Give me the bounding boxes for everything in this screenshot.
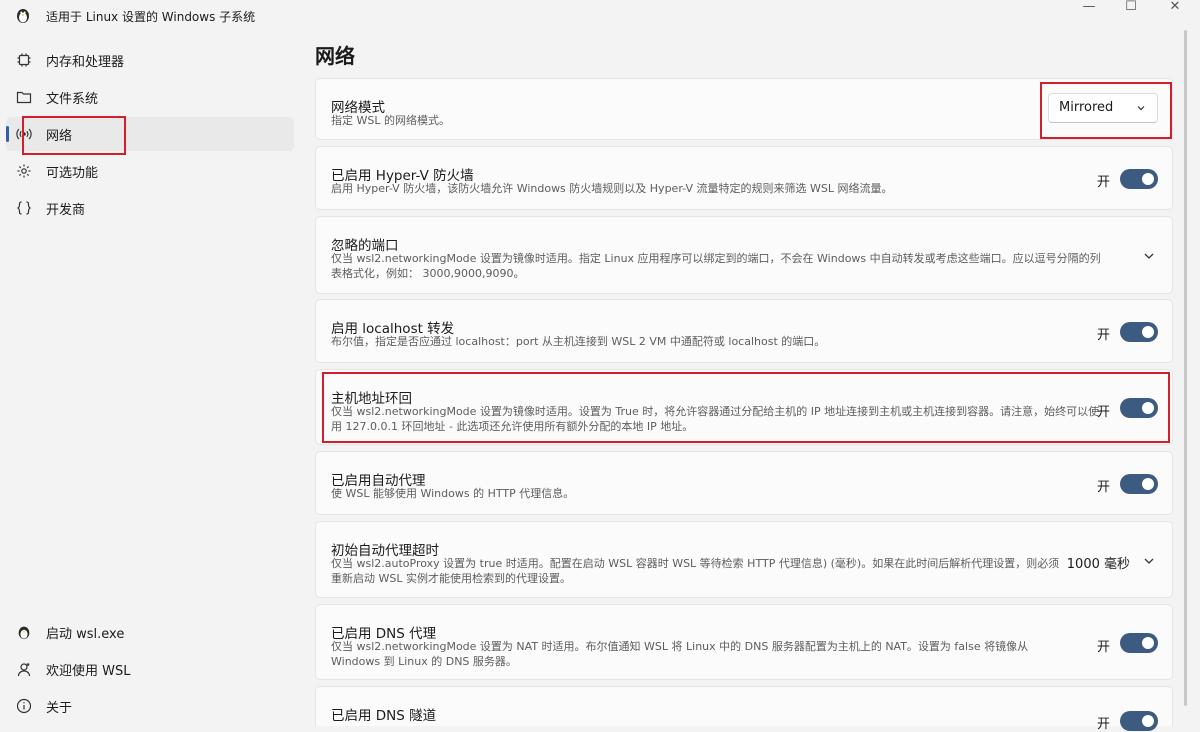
localhost-forwarding-toggle[interactable] bbox=[1120, 322, 1158, 342]
highlight-box-network-nav bbox=[22, 116, 126, 155]
minimize-button[interactable]: — bbox=[1066, 0, 1112, 14]
braces-icon bbox=[16, 201, 32, 215]
toggle-state-label: 开 bbox=[1096, 175, 1110, 190]
toggle-state-label: 开 bbox=[1096, 328, 1110, 343]
scrollbar[interactable] bbox=[1184, 30, 1187, 706]
toggle-state-label: 开 bbox=[1096, 480, 1110, 495]
sidebar-item-welcome[interactable]: 欢迎使用 WSL bbox=[6, 652, 294, 686]
sidebar-item-launch-wsl[interactable]: 启动 wsl.exe bbox=[6, 615, 294, 649]
sidebar-item-about[interactable]: 关于 bbox=[6, 689, 294, 723]
chip-icon bbox=[17, 53, 31, 67]
sidebar-item-label: 可选功能 bbox=[46, 166, 99, 181]
welcome-icon bbox=[17, 662, 31, 677]
hyperv-firewall-toggle[interactable] bbox=[1120, 169, 1158, 189]
toggle-knob bbox=[1142, 173, 1154, 185]
setting-title: 已启用 DNS 隧道 bbox=[331, 708, 437, 724]
folder-icon bbox=[16, 91, 32, 104]
toggle-state-label: 开 bbox=[1096, 640, 1110, 655]
maximize-button[interactable]: ☐ bbox=[1108, 0, 1154, 14]
setting-description: 指定 WSL 的网络模式。 bbox=[331, 114, 450, 127]
sidebar-item-label: 关于 bbox=[46, 701, 73, 716]
sidebar-item-optional-features[interactable]: 可选功能 bbox=[6, 154, 294, 188]
setting-description: 启用 Hyper-V 防火墙，该防火墙允许 Windows 防火墙规则以及 Hy… bbox=[331, 182, 893, 195]
close-button[interactable]: ✕ bbox=[1152, 0, 1198, 14]
toggle-state-label: 开 bbox=[1096, 717, 1110, 732]
toggle-knob bbox=[1142, 326, 1154, 338]
sidebar-item-label: 启动 wsl.exe bbox=[46, 627, 125, 642]
setting-description: 仅当 wsl2.networkingMode 设置为镜像时适用。指定 Linux… bbox=[331, 252, 1101, 280]
toggle-knob bbox=[1142, 715, 1154, 727]
sidebar-item-developer[interactable]: 开发商 bbox=[6, 191, 294, 225]
sidebar-item-label: 文件系统 bbox=[46, 92, 99, 107]
chevron-down-icon[interactable] bbox=[1142, 249, 1156, 263]
dns-tunneling-toggle[interactable] bbox=[1120, 711, 1158, 731]
setting-auto-proxy-timeout: 初始自动代理超时 仅当 wsl2.autoProxy 设置为 true 时适用。… bbox=[315, 521, 1173, 598]
page-title: 网络 bbox=[315, 44, 355, 68]
sidebar-item-filesystem[interactable]: 文件系统 bbox=[6, 80, 294, 114]
highlight-box-host-loopback bbox=[322, 372, 1170, 443]
setting-hyperv-firewall: 已启用 Hyper-V 防火墙 启用 Hyper-V 防火墙，该防火墙允许 Wi… bbox=[315, 146, 1173, 210]
setting-description: 布尔值，指定是否应通过 localhost：port 从主机连接到 WSL 2 … bbox=[331, 335, 826, 348]
sidebar-item-label: 内存和处理器 bbox=[46, 55, 125, 70]
sidebar-item-label: 开发商 bbox=[46, 203, 86, 218]
setting-dns-proxy: 已启用 DNS 代理 仅当 wsl2.networkingMode 设置为 NA… bbox=[315, 604, 1173, 680]
auto-proxy-toggle[interactable] bbox=[1120, 474, 1158, 494]
penguin-icon bbox=[17, 9, 29, 23]
setting-dns-tunneling: 已启用 DNS 隧道 开 bbox=[315, 686, 1173, 732]
sidebar-item-memory[interactable]: 内存和处理器 bbox=[6, 43, 294, 77]
penguin-icon bbox=[18, 626, 30, 640]
active-indicator bbox=[6, 126, 9, 142]
chevron-down-icon[interactable] bbox=[1142, 554, 1156, 568]
toggle-knob bbox=[1142, 637, 1154, 649]
setting-localhost-forwarding: 启用 localhost 转发 布尔值，指定是否应通过 localhost：po… bbox=[315, 299, 1173, 363]
setting-ignored-ports: 忽略的端口 仅当 wsl2.networkingMode 设置为镜像时适用。指定… bbox=[315, 216, 1173, 294]
setting-description: 仅当 wsl2.networkingMode 设置为 NAT 时适用。布尔值通知… bbox=[331, 640, 1029, 668]
window-title: 适用于 Linux 设置的 Windows 子系统 bbox=[46, 10, 256, 24]
setting-description: 仅当 wsl2.autoProxy 设置为 true 时适用。配置在启动 WSL… bbox=[331, 557, 1060, 585]
sidebar-item-label: 欢迎使用 WSL bbox=[46, 664, 131, 679]
highlight-box-dropdown bbox=[1040, 82, 1172, 139]
setting-description: 使 WSL 能够使用 Windows 的 HTTP 代理信息。 bbox=[331, 487, 575, 500]
title-bar: 适用于 Linux 设置的 Windows 子系统 — ☐ ✕ bbox=[0, 0, 1200, 30]
gear-icon bbox=[17, 164, 31, 178]
toggle-knob bbox=[1142, 478, 1154, 490]
setting-auto-proxy: 已启用自动代理 使 WSL 能够使用 Windows 的 HTTP 代理信息。 … bbox=[315, 451, 1173, 515]
setting-value: 1000 毫秒 bbox=[1066, 557, 1130, 572]
info-icon bbox=[16, 698, 32, 714]
dns-proxy-toggle[interactable] bbox=[1120, 633, 1158, 653]
